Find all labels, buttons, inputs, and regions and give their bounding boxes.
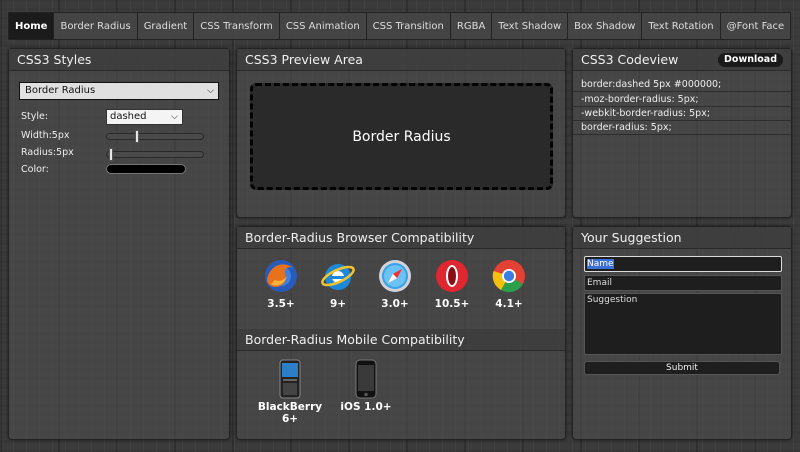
codeview-panel: CSS3 Codeview Download border:dashed 5px… bbox=[572, 48, 792, 218]
suggestion-panel-title: Your Suggestion bbox=[573, 227, 791, 249]
preview-panel-title: CSS3 Preview Area bbox=[237, 49, 565, 71]
tab-font-face[interactable]: @Font Face bbox=[719, 12, 792, 40]
effect-select[interactable]: Border Radius ⌵ bbox=[19, 82, 219, 100]
styles-panel: CSS3 Styles Border Radius ⌵ Style: dashe… bbox=[8, 48, 230, 440]
code-line: border-radius: 5px; bbox=[573, 121, 791, 135]
color-label: Color: bbox=[21, 164, 49, 175]
radius-slider-handle[interactable] bbox=[109, 148, 113, 161]
ie-icon bbox=[320, 258, 356, 294]
chevron-down-icon: ⌵ bbox=[171, 112, 178, 122]
mobile-compat-header: Border-Radius Mobile Compatibility bbox=[237, 329, 565, 351]
browser-opera: 10.5+ bbox=[430, 258, 474, 310]
effect-select-value: Border Radius bbox=[25, 85, 96, 96]
preview-box-text: Border Radius bbox=[352, 128, 451, 145]
radius-label: Radius:5px bbox=[21, 147, 74, 158]
tab-text-rotation[interactable]: Text Rotation bbox=[641, 12, 720, 40]
style-select[interactable]: dashed ⌵ bbox=[106, 109, 183, 125]
email-field-value: Email bbox=[587, 278, 612, 288]
code-line: border:dashed 5px #000000; bbox=[573, 78, 791, 92]
preview-box: Border Radius bbox=[250, 83, 553, 190]
chevron-down-icon: ⌵ bbox=[207, 86, 214, 96]
blackberry-version-line2: 6+ bbox=[281, 413, 299, 425]
style-select-value: dashed bbox=[110, 111, 147, 122]
code-line: -webkit-border-radius: 5px; bbox=[573, 107, 791, 121]
width-label: Width:5px bbox=[21, 130, 70, 141]
width-slider-handle[interactable] bbox=[135, 130, 139, 143]
name-field-value: Name bbox=[587, 259, 614, 269]
blackberry-version-line1: BlackBerry bbox=[257, 401, 323, 413]
style-label: Style: bbox=[21, 111, 49, 122]
browser-chrome: 4.1+ bbox=[487, 258, 531, 310]
chrome-version: 4.1+ bbox=[495, 298, 523, 310]
code-line: -moz-border-radius: 5px; bbox=[573, 93, 791, 107]
browser-compat-title: Border-Radius Browser Compatibility bbox=[237, 227, 565, 249]
name-field[interactable]: Name bbox=[584, 256, 782, 272]
browser-safari: 3.0+ bbox=[373, 258, 417, 310]
mobile-compat-title: Border-Radius Mobile Compatibility bbox=[237, 329, 565, 351]
browser-ie: 9+ bbox=[316, 258, 360, 310]
suggestion-panel: Your Suggestion Name Email Suggestion Su… bbox=[572, 226, 792, 440]
width-slider[interactable] bbox=[106, 130, 204, 143]
tab-css-transition[interactable]: CSS Transition bbox=[365, 12, 450, 40]
preview-panel: CSS3 Preview Area Border Radius bbox=[236, 48, 566, 218]
browser-firefox: 3.5+ bbox=[259, 258, 303, 310]
firefox-version: 3.5+ bbox=[267, 298, 295, 310]
submit-button[interactable]: Submit bbox=[584, 361, 780, 375]
mobile-ios: iOS 1.0+ bbox=[333, 359, 399, 413]
iphone-icon bbox=[354, 359, 378, 399]
tab-home[interactable]: Home bbox=[8, 12, 54, 40]
download-button[interactable]: Download bbox=[718, 53, 783, 67]
safari-icon bbox=[377, 258, 413, 294]
color-picker[interactable] bbox=[106, 164, 186, 174]
blackberry-icon bbox=[275, 359, 305, 399]
ie-version: 9+ bbox=[329, 298, 347, 310]
firefox-icon bbox=[263, 258, 299, 294]
tab-gradient[interactable]: Gradient bbox=[136, 12, 194, 40]
tab-text-shadow[interactable]: Text Shadow bbox=[491, 12, 568, 40]
mobile-blackberry: BlackBerry 6+ bbox=[257, 359, 323, 425]
tab-box-shadow[interactable]: Box Shadow bbox=[567, 12, 642, 40]
opera-icon bbox=[434, 258, 470, 294]
suggestion-textarea-value: Suggestion bbox=[587, 295, 638, 305]
tab-rgba[interactable]: RGBA bbox=[449, 12, 492, 40]
chrome-icon bbox=[491, 258, 527, 294]
radius-slider[interactable] bbox=[106, 148, 204, 161]
top-nav: Home Border Radius Gradient CSS Transfor… bbox=[8, 12, 792, 40]
ios-version: iOS 1.0+ bbox=[340, 401, 392, 413]
styles-panel-title: CSS3 Styles bbox=[9, 49, 229, 71]
tab-css-animation[interactable]: CSS Animation bbox=[278, 12, 366, 40]
safari-version: 3.0+ bbox=[381, 298, 409, 310]
tab-css-transform[interactable]: CSS Transform bbox=[193, 12, 279, 40]
opera-version: 10.5+ bbox=[434, 298, 470, 310]
compatibility-panel: Border-Radius Browser Compatibility 3.5+… bbox=[236, 226, 566, 440]
email-field[interactable]: Email bbox=[584, 275, 782, 291]
suggestion-textarea[interactable]: Suggestion bbox=[584, 293, 782, 355]
tab-border-radius[interactable]: Border Radius bbox=[53, 12, 137, 40]
